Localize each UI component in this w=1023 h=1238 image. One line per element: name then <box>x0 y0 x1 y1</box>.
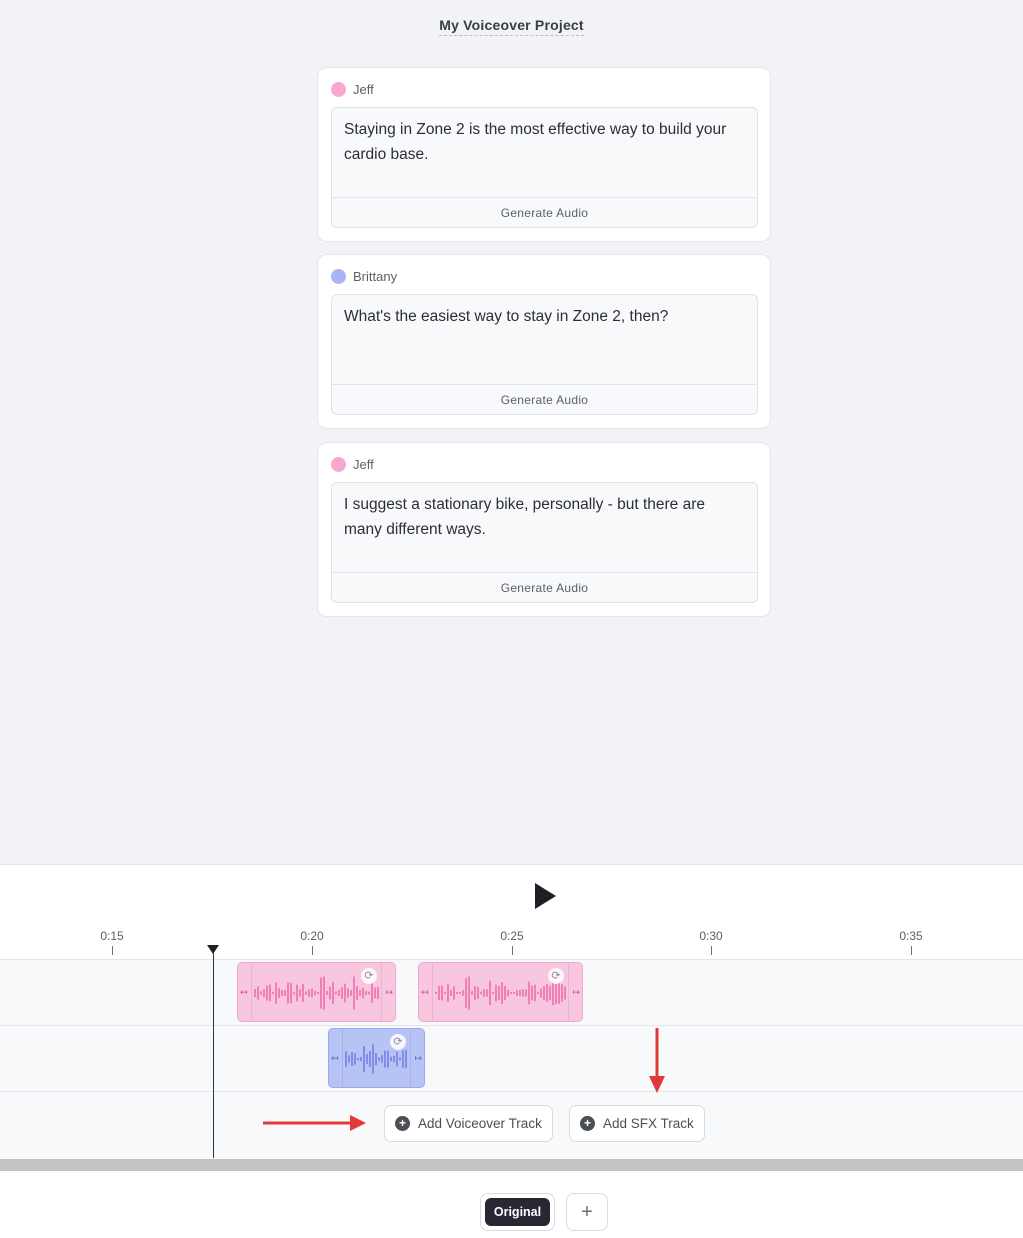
dialogue-text-box[interactable]: What's the easiest way to stay in Zone 2… <box>331 294 758 415</box>
speaker-color-dot <box>331 269 346 284</box>
regenerate-icon[interactable]: ⟳ <box>390 1034 406 1050</box>
clip-trim-right-handle[interactable]: ↦ <box>568 963 582 1021</box>
add-voiceover-track-button[interactable]: + Add Voiceover Track <box>384 1105 553 1142</box>
regenerate-icon[interactable]: ⟳ <box>548 968 564 984</box>
tick-mark <box>312 946 313 955</box>
project-title-wrap: My Voiceover Project <box>0 17 1023 36</box>
clip-trim-right-handle[interactable]: ↦ <box>410 1029 424 1087</box>
clip-trim-right-handle[interactable]: ↦ <box>381 963 395 1021</box>
tick-mark <box>911 946 912 955</box>
version-original-wrap: Original <box>480 1193 555 1231</box>
dialogue-text-box[interactable]: I suggest a stationary bike, personally … <box>331 482 758 603</box>
tick-label: 0:35 <box>899 929 923 943</box>
dialogue-text[interactable]: Staying in Zone 2 is the most effective … <box>344 117 727 167</box>
speaker-selector[interactable]: Brittany <box>331 269 397 284</box>
clip-trim-left-handle[interactable]: ↤ <box>238 963 252 1021</box>
tick-label: 0:15 <box>100 929 124 943</box>
plus-circle-icon: + <box>580 1116 595 1131</box>
tick-mark <box>711 946 712 955</box>
tick-label: 0:30 <box>699 929 723 943</box>
speaker-color-dot <box>331 457 346 472</box>
tick-label: 0:20 <box>300 929 324 943</box>
regenerate-icon[interactable]: ⟳ <box>361 968 377 984</box>
speaker-name: Jeff <box>353 82 374 97</box>
speaker-name: Jeff <box>353 457 374 472</box>
dialogue-card-2: Brittany What's the easiest way to stay … <box>317 254 771 429</box>
generate-audio-button[interactable]: Generate Audio <box>332 572 757 602</box>
add-version-button[interactable]: + <box>566 1193 608 1231</box>
audio-clip[interactable]: ↤ ↦ ⟳ <box>418 962 583 1022</box>
timeline-editor: 0:15 0:20 0:25 0:30 0:35 ↤ ↦ ⟳ ↤ ↦ ⟳ ↤ ↦ <box>0 864 1023 1238</box>
tick-mark <box>112 946 113 955</box>
dialogue-card-3: Jeff I suggest a stationary bike, person… <box>317 442 771 617</box>
speaker-selector[interactable]: Jeff <box>331 82 374 97</box>
dialogue-text[interactable]: I suggest a stationary bike, personally … <box>344 492 727 542</box>
play-icon[interactable] <box>533 882 557 910</box>
dialogue-card-1: Jeff Staying in Zone 2 is the most effec… <box>317 67 771 242</box>
dialogue-text[interactable]: What's the easiest way to stay in Zone 2… <box>344 304 727 329</box>
clip-trim-left-handle[interactable]: ↤ <box>419 963 433 1021</box>
trim-left-arrow-icon: ↤ <box>240 987 248 997</box>
trim-left-arrow-icon: ↤ <box>421 987 429 997</box>
generate-audio-button[interactable]: Generate Audio <box>332 384 757 414</box>
add-sfx-track-label: Add SFX Track <box>603 1116 694 1131</box>
dialogue-text-box[interactable]: Staying in Zone 2 is the most effective … <box>331 107 758 228</box>
trim-right-arrow-icon: ↦ <box>414 1053 422 1063</box>
voiceover-track-brittany: ↤ ↦ ⟳ <box>0 1025 1023 1091</box>
speaker-color-dot <box>331 82 346 97</box>
audio-clip[interactable]: ↤ ↦ ⟳ <box>237 962 396 1022</box>
speaker-name: Brittany <box>353 269 398 284</box>
playhead[interactable] <box>213 952 214 1158</box>
tick-mark <box>512 946 513 955</box>
audio-clip[interactable]: ↤ ↦ ⟳ <box>328 1028 425 1088</box>
clip-trim-left-handle[interactable]: ↤ <box>329 1029 343 1087</box>
trim-right-arrow-icon: ↦ <box>572 987 580 997</box>
version-original-button[interactable]: Original <box>485 1198 550 1226</box>
plus-circle-icon: + <box>395 1116 410 1131</box>
trim-right-arrow-icon: ↦ <box>385 987 393 997</box>
version-bar: Original + <box>0 1173 1023 1238</box>
project-title[interactable]: My Voiceover Project <box>439 17 584 36</box>
timeline-ruler[interactable]: 0:15 0:20 0:25 0:30 0:35 <box>0 925 1023 959</box>
trim-left-arrow-icon: ↤ <box>331 1053 339 1063</box>
add-voiceover-track-label: Add Voiceover Track <box>418 1116 542 1131</box>
horizontal-scrollbar[interactable] <box>0 1159 1023 1171</box>
generate-audio-button[interactable]: Generate Audio <box>332 197 757 227</box>
add-sfx-track-button[interactable]: + Add SFX Track <box>569 1105 705 1142</box>
speaker-selector[interactable]: Jeff <box>331 457 374 472</box>
tick-label: 0:25 <box>500 929 524 943</box>
voiceover-track-jeff: ↤ ↦ ⟳ ↤ ↦ ⟳ <box>0 959 1023 1025</box>
